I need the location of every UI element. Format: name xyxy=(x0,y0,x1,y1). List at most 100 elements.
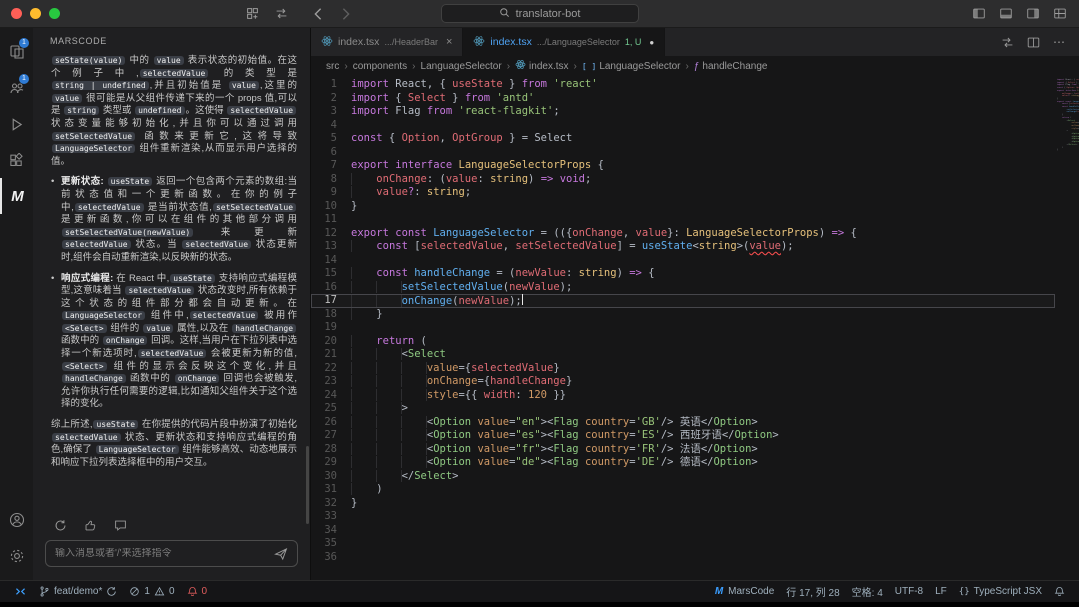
code-line[interactable]: 20 return ( xyxy=(311,335,1055,349)
toggle-secondary-sidebar-icon[interactable] xyxy=(1026,7,1040,20)
code-line[interactable]: 35 xyxy=(311,537,1055,551)
explorer-icon[interactable]: 1 xyxy=(0,34,33,70)
code-line[interactable]: 25 > xyxy=(311,402,1055,416)
code-line[interactable]: 1import React, { useState } from 'react' xyxy=(311,78,1055,92)
code-line[interactable]: 5const { Option, OptGroup } = Select xyxy=(311,132,1055,146)
nav-back-icon[interactable] xyxy=(312,7,324,21)
minimap[interactable]: import React, { useState } from 'react'i… xyxy=(1055,76,1079,580)
code-line[interactable]: 27 <Option value="es"><Flag country='ES'… xyxy=(311,429,1055,443)
code-line[interactable]: 2import { Select } from 'antd' xyxy=(311,92,1055,106)
bell-icon[interactable] xyxy=(1048,581,1071,603)
window-bottom-edge xyxy=(0,602,1079,607)
code-line[interactable]: 10} xyxy=(311,200,1055,214)
grid-plus-icon[interactable] xyxy=(246,7,259,20)
regenerate-icon[interactable] xyxy=(54,519,67,532)
line-number: 34 xyxy=(311,524,351,538)
notifications-badge[interactable]: 0 xyxy=(181,581,214,603)
code-line[interactable]: 34 xyxy=(311,524,1055,538)
chat-transcript: seState(value) 中的 value 表示状态的初始值。在这个例子中,… xyxy=(33,53,310,513)
code-line[interactable]: 17 onChange(newValue); xyxy=(311,294,1055,308)
code-line[interactable]: 13 const [selectedValue, setSelectedValu… xyxy=(311,240,1055,254)
braces-icon: {} xyxy=(959,587,970,597)
code-line[interactable]: 15 const handleChange = (newValue: strin… xyxy=(311,267,1055,281)
encoding[interactable]: UTF-8 xyxy=(889,581,929,603)
code-line[interactable]: 9 value?: string; xyxy=(311,186,1055,200)
code-line[interactable]: 23 onChange={handleChange} xyxy=(311,375,1055,389)
minimize-window-button[interactable] xyxy=(30,8,41,19)
eol-selector[interactable]: LF xyxy=(929,581,953,603)
code-line[interactable]: 6 xyxy=(311,146,1055,160)
swap-icon[interactable] xyxy=(275,7,288,20)
tab-languageselector-index[interactable]: index.tsx .../LanguageSelector 1, U ● xyxy=(463,28,665,56)
chat-input[interactable] xyxy=(55,548,268,559)
code-line[interactable]: 30 </Select> xyxy=(311,470,1055,484)
more-actions-icon[interactable]: ⋯ xyxy=(1053,35,1066,49)
chat-input-box[interactable] xyxy=(45,540,298,567)
breadcrumb-item[interactable]: src xyxy=(326,61,339,72)
line-number: 27 xyxy=(311,429,351,443)
send-icon[interactable] xyxy=(274,547,288,561)
marscode-status[interactable]: M MarsCode xyxy=(709,581,780,603)
code-line[interactable]: 26 <Option value="en"><Flag country='GB'… xyxy=(311,416,1055,430)
toggle-panel-icon[interactable] xyxy=(999,7,1013,20)
run-debug-icon[interactable] xyxy=(0,106,33,142)
symbol-icon: [ ] xyxy=(582,61,596,72)
account-icon[interactable] xyxy=(0,502,33,538)
zoom-window-button[interactable] xyxy=(49,8,60,19)
code-line[interactable]: 24 style={{ width: 120 }} xyxy=(311,389,1055,403)
code-line[interactable]: 19 xyxy=(311,321,1055,335)
code-line[interactable]: 4 xyxy=(311,119,1055,133)
chat-paragraph: •更新状态: useState 返回一个包含两个元素的数组:当前状态值和一个更新… xyxy=(51,176,297,264)
toggle-sidebar-icon[interactable] xyxy=(972,7,986,20)
code-line[interactable]: 7export interface LanguageSelectorProps … xyxy=(311,159,1055,173)
code-line[interactable]: 18 } xyxy=(311,308,1055,322)
alert-bell-icon xyxy=(187,586,198,597)
unsaved-dot-icon[interactable]: ● xyxy=(649,38,654,47)
code-line[interactable]: 36 xyxy=(311,551,1055,565)
accounts-group-icon[interactable]: 1 xyxy=(0,70,33,106)
code-editor[interactable]: 1import React, { useState } from 'react'… xyxy=(311,76,1079,580)
settings-gear-icon[interactable] xyxy=(0,538,33,574)
indentation[interactable]: 空格: 4 xyxy=(846,581,889,603)
close-icon[interactable]: × xyxy=(446,36,452,48)
line-number: 11 xyxy=(311,213,351,227)
marscode-icon[interactable]: M xyxy=(0,178,33,214)
comment-icon[interactable] xyxy=(114,519,127,532)
split-editor-icon[interactable] xyxy=(1027,36,1040,49)
code-line[interactable]: 8 onChange: (value: string) => void; xyxy=(311,173,1055,187)
code-line[interactable]: 21 <Select xyxy=(311,348,1055,362)
cursor-position[interactable]: 行 17, 列 28 xyxy=(780,581,845,603)
code-line[interactable]: 28 <Option value="fr"><Flag country='FR'… xyxy=(311,443,1055,457)
code-line[interactable]: 12export const LanguageSelector = (({onC… xyxy=(311,227,1055,241)
code-line[interactable]: 33 xyxy=(311,510,1055,524)
breadcrumb-item[interactable]: ƒhandleChange xyxy=(694,61,768,72)
code-line[interactable]: 16 setSelectedValue(newValue); xyxy=(311,281,1055,295)
compare-changes-icon[interactable] xyxy=(1001,36,1014,49)
customize-layout-icon[interactable] xyxy=(1053,7,1067,20)
chat-paragraph: •响应式编程: 在 React 中,useState 支持响应式编程模型,这意味… xyxy=(51,273,297,412)
sidebar-scrollbar[interactable] xyxy=(306,446,309,524)
marscode-window: translator-bot 1 xyxy=(0,0,1079,607)
extensions-icon[interactable] xyxy=(0,142,33,178)
code-line[interactable]: 14 xyxy=(311,254,1055,268)
close-window-button[interactable] xyxy=(11,8,22,19)
git-branch[interactable]: feat/demo* xyxy=(33,581,123,603)
like-icon[interactable] xyxy=(84,519,97,532)
breadcrumb-item[interactable]: index.tsx xyxy=(515,59,568,73)
breadcrumb-separator: › xyxy=(507,61,510,72)
problems-indicator[interactable]: 1 0 xyxy=(123,581,180,603)
code-line[interactable]: 11 xyxy=(311,213,1055,227)
nav-forward-icon[interactable] xyxy=(340,7,352,21)
command-center-search[interactable]: translator-bot xyxy=(441,4,639,23)
code-line[interactable]: 32} xyxy=(311,497,1055,511)
code-line[interactable]: 22 value={selectedValue} xyxy=(311,362,1055,376)
breadcrumb-item[interactable]: LanguageSelector xyxy=(421,61,502,72)
code-line[interactable]: 31 ) xyxy=(311,483,1055,497)
remote-indicator[interactable] xyxy=(8,581,33,603)
breadcrumb-item[interactable]: [ ]LanguageSelector xyxy=(582,61,681,72)
breadcrumb-item[interactable]: components xyxy=(353,61,407,72)
language-mode[interactable]: {} TypeScript JSX xyxy=(953,581,1048,603)
code-line[interactable]: 29 <Option value="de"><Flag country='DE'… xyxy=(311,456,1055,470)
code-line[interactable]: 3import Flag from 'react-flagkit'; xyxy=(311,105,1055,119)
tab-headerbar-index[interactable]: index.tsx .../HeaderBar × xyxy=(311,28,463,56)
